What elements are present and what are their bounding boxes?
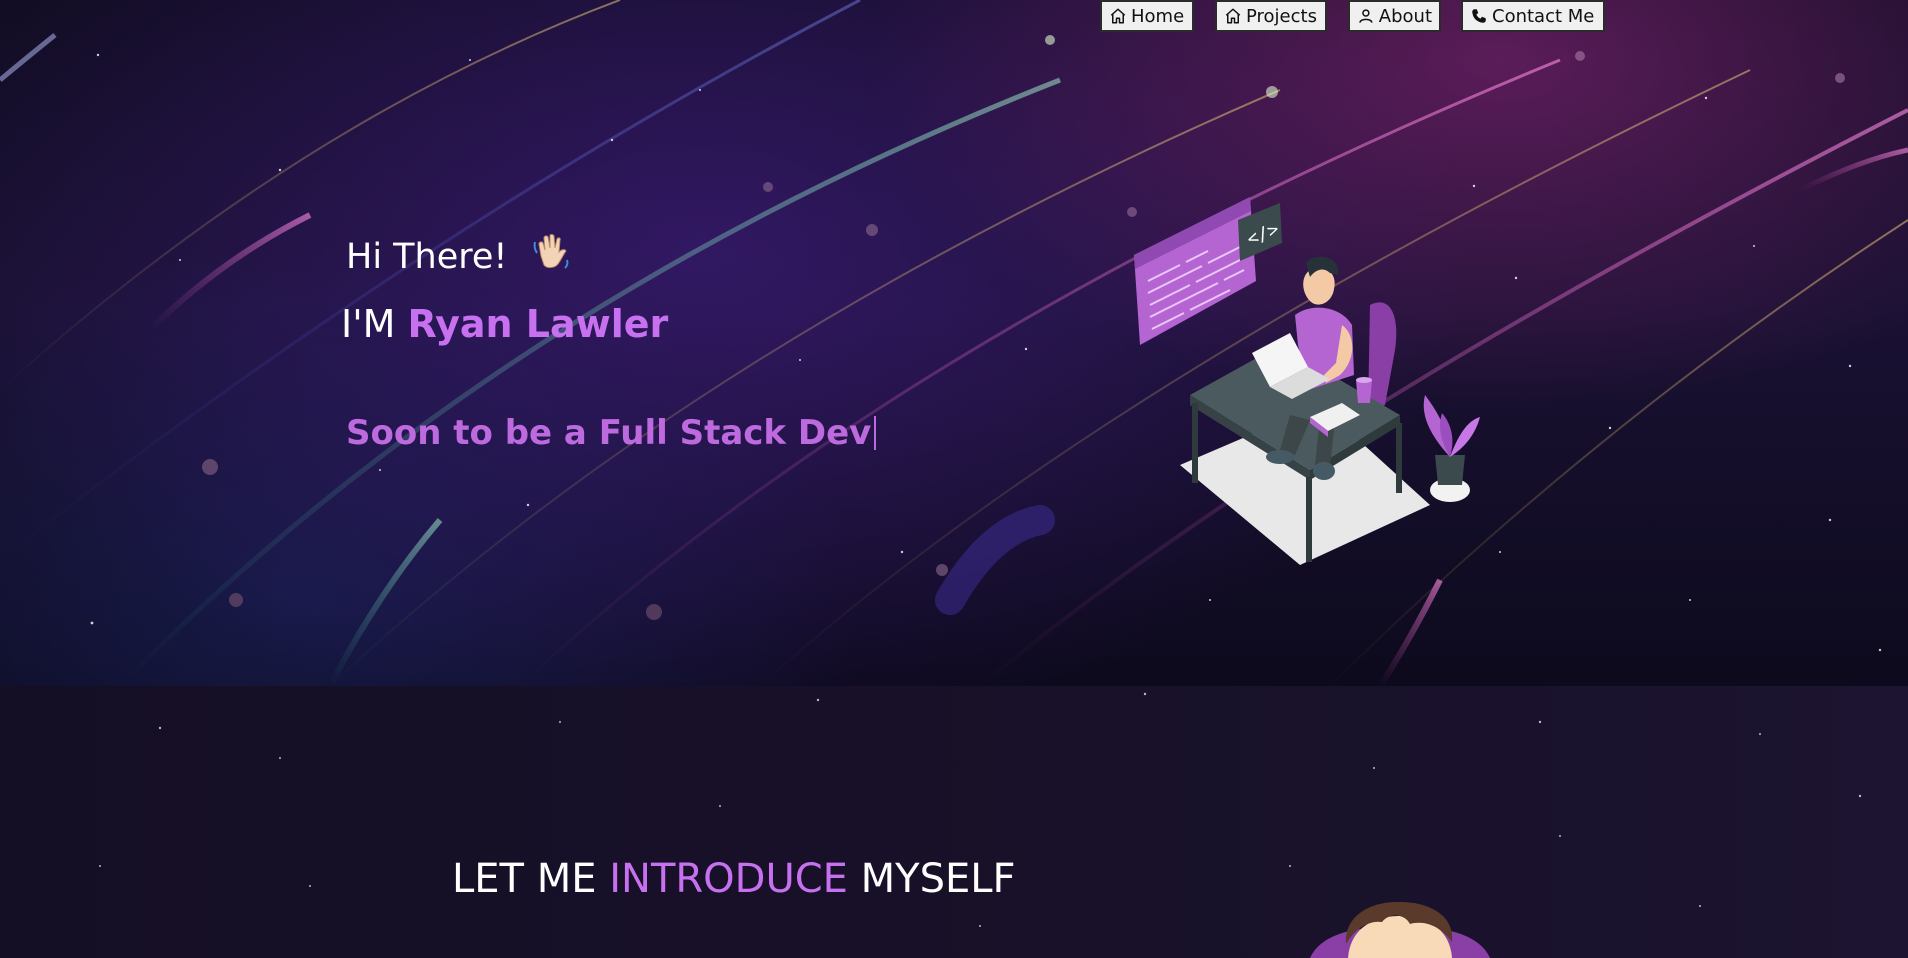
typed-text-value: Soon to be a Full Stack Dev (346, 413, 872, 453)
hero-background (0, 0, 1908, 686)
nav-contact-label: Contact Me (1492, 5, 1595, 27)
nav-home-label: Home (1131, 5, 1185, 27)
about-title-suffix: MYSELF (860, 856, 1016, 902)
hero-greeting: Hi There! (346, 230, 573, 281)
about-background (99, 692, 1862, 949)
hero-name: Ryan Lawler (407, 302, 669, 346)
about-title-prefix: LET ME (452, 856, 597, 902)
wave-hand-icon (531, 230, 573, 281)
home-icon (1110, 8, 1126, 24)
user-icon (1359, 9, 1373, 23)
hero-name-line: I'M Ryan Lawler (341, 302, 668, 346)
home-icon (1225, 8, 1241, 24)
typewriter-text: Soon to be a Full Stack Dev (346, 413, 877, 453)
about-title-accent: INTRODUCE (609, 856, 848, 902)
phone-icon (1472, 9, 1486, 23)
nav-projects-label: Projects (1246, 5, 1317, 27)
nav-projects-button[interactable]: Projects (1215, 0, 1327, 32)
nav-about-button[interactable]: About (1348, 0, 1441, 32)
nav-about-label: About (1378, 5, 1432, 27)
intro-prefix: I'M (341, 302, 396, 346)
hero-section: Home Projects About Contact Me Hi There!… (0, 0, 1908, 686)
page: Home Projects About Contact Me Hi There!… (0, 0, 1908, 958)
greeting-text: Hi There! (346, 237, 508, 277)
about-title: LET ME INTRODUCE MYSELF (452, 856, 1016, 902)
developer-illustration: </> (1134, 197, 1480, 565)
nav-home-button[interactable]: Home (1100, 0, 1194, 32)
nav-contact-button[interactable]: Contact Me (1461, 0, 1605, 32)
about-section: LET ME INTRODUCE MYSELF (0, 686, 1908, 958)
typing-cursor (874, 416, 877, 450)
avatar (1310, 901, 1490, 958)
